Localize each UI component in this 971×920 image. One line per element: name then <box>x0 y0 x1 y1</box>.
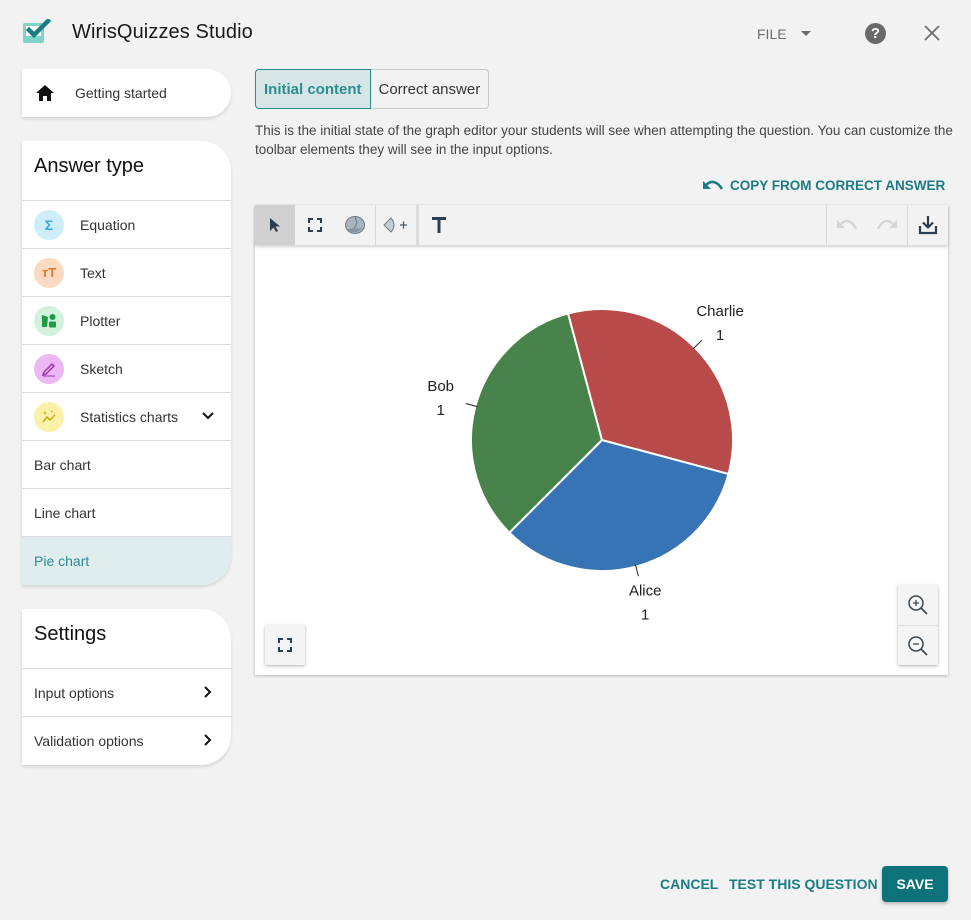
answer-type-label: Plotter <box>80 312 121 329</box>
test-question-button[interactable]: TEST THIS QUESTION <box>729 876 878 892</box>
undo-icon[interactable] <box>827 205 867 245</box>
text-size-icon: тT <box>34 257 64 288</box>
add-sector-icon[interactable] <box>376 205 416 245</box>
fit-view-icon[interactable] <box>295 205 335 245</box>
settings-item-label: Input options <box>34 684 115 701</box>
select-arrow-icon[interactable] <box>255 205 295 245</box>
tab-initial-content[interactable]: Initial content <box>255 69 371 109</box>
settings-title: Settings <box>22 609 231 669</box>
zoom-controls <box>898 585 938 665</box>
cancel-button[interactable]: CANCEL <box>660 876 718 892</box>
tab-correct-answer[interactable]: Correct answer <box>370 69 490 109</box>
close-icon[interactable] <box>922 23 942 43</box>
chart-type-label: Pie chart <box>34 553 90 569</box>
description-text: This is the initial state of the graph e… <box>255 123 953 157</box>
pie-label-name: Bob <box>427 378 454 395</box>
fit-view-icon <box>278 638 292 652</box>
zoom-out-button[interactable] <box>898 625 938 665</box>
file-menu-button[interactable]: FILE <box>757 26 811 42</box>
answer-type-text[interactable]: тT Text <box>22 249 231 297</box>
copy-link-label: COPY FROM CORRECT ANSWER <box>730 178 946 193</box>
chart-type-pie[interactable]: Pie chart <box>22 537 231 585</box>
download-icon[interactable] <box>908 205 948 245</box>
graph-editor: Alice 1 Bob 1 Charlie 1 <box>255 205 948 675</box>
pie-leader-line <box>692 339 703 350</box>
shapes-icon <box>34 305 64 336</box>
undo-arrow-icon <box>703 180 724 190</box>
answer-type-label: Statistics charts <box>80 408 179 425</box>
answer-type-label: Sketch <box>80 360 123 377</box>
answer-type-label: Equation <box>80 216 136 233</box>
pencil-icon <box>34 353 64 384</box>
answer-type-title: Answer type <box>22 141 231 201</box>
chart-type-bar[interactable]: Bar chart <box>22 441 231 489</box>
redo-icon[interactable] <box>867 205 907 245</box>
answer-type-panel: Answer type Σ Equation тT Text Plotter S… <box>22 141 231 585</box>
chevron-down-icon[interactable] <box>201 409 215 423</box>
sparkle-chart-icon <box>34 401 64 432</box>
getting-started-label: Getting started <box>75 85 167 101</box>
answer-type-equation[interactable]: Σ Equation <box>22 201 231 249</box>
app-header: WirisQuizzes Studio FILE ? <box>0 0 971 66</box>
settings-input-options[interactable]: Input options <box>22 669 231 717</box>
home-icon <box>36 85 54 101</box>
pie-label-value: 1 <box>716 327 724 344</box>
pie-label-name: Charlie <box>696 303 744 320</box>
app-logo-icon <box>23 19 52 43</box>
zoom-out-icon <box>908 635 928 656</box>
chart-type-label: Line chart <box>34 504 96 521</box>
settings-validation-options[interactable]: Validation options <box>22 717 231 765</box>
chevron-right-icon <box>204 734 212 746</box>
chart-canvas[interactable]: Alice 1 Bob 1 Charlie 1 <box>255 245 948 675</box>
pie-slice-icon[interactable] <box>335 205 375 245</box>
file-menu-label: FILE <box>757 26 787 42</box>
save-button[interactable]: SAVE <box>882 866 948 902</box>
fit-to-screen-button[interactable] <box>265 625 305 665</box>
chart-type-label: Bar chart <box>34 456 91 473</box>
zoom-in-button[interactable] <box>898 585 938 625</box>
pie-label-name: Alice <box>629 582 662 599</box>
content-tabs: Initial content Correct answer <box>255 69 490 109</box>
zoom-in-icon <box>908 595 928 615</box>
editor-toolbar <box>255 205 948 245</box>
answer-type-label: Text <box>80 264 106 281</box>
getting-started-link[interactable]: Getting started <box>22 69 231 117</box>
pie-label-value: 1 <box>437 402 445 419</box>
chart-type-line[interactable]: Line chart <box>22 489 231 537</box>
sigma-icon: Σ <box>34 209 64 240</box>
chevron-right-icon <box>204 686 212 698</box>
caret-down-icon <box>800 30 811 36</box>
answer-type-plotter[interactable]: Plotter <box>22 297 231 345</box>
help-icon[interactable]: ? <box>865 23 886 44</box>
app-title: WirisQuizzes Studio <box>72 21 253 43</box>
pie-chart[interactable]: Alice 1 Bob 1 Charlie 1 <box>255 245 948 675</box>
settings-panel: Settings Input options Validation option… <box>22 609 231 765</box>
settings-item-label: Validation options <box>34 733 144 749</box>
text-tool-icon[interactable] <box>419 205 459 245</box>
answer-type-sketch[interactable]: Sketch <box>22 345 231 393</box>
copy-from-correct-answer-button[interactable]: COPY FROM CORRECT ANSWER <box>702 178 945 193</box>
answer-type-statistics-charts[interactable]: Statistics charts <box>22 393 231 441</box>
pie-label-value: 1 <box>641 606 649 623</box>
